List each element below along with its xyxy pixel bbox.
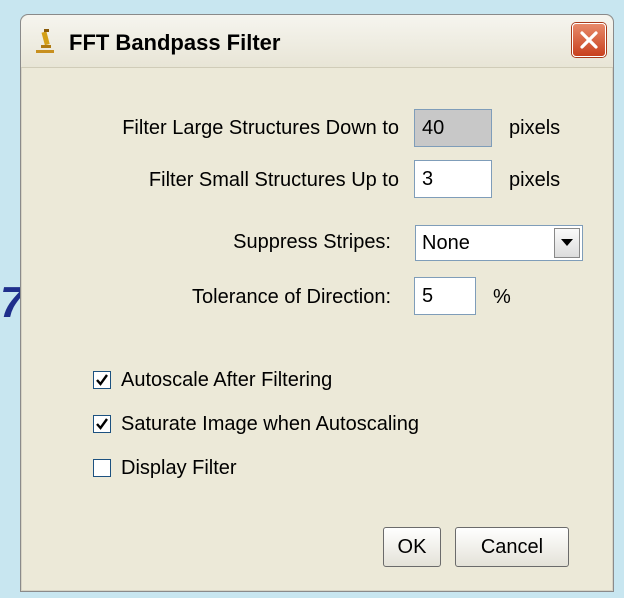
tolerance-unit: % [493,286,511,308]
chevron-down-icon [561,239,573,246]
cancel-button[interactable]: Cancel [455,527,569,567]
filter-large-input[interactable]: 40 [414,109,492,147]
title-bar[interactable]: FFT Bandpass Filter [21,15,613,68]
filter-small-unit: pixels [509,169,561,191]
filter-small-input[interactable]: 3 [414,160,492,198]
close-button[interactable] [572,23,606,57]
checkmark-icon [96,418,108,430]
microscope-icon [34,28,56,54]
checkmark-icon [96,374,108,386]
autoscale-checkbox[interactable] [93,371,111,389]
filter-large-label: Filter Large Structures Down to [122,117,399,139]
saturate-checkbox[interactable] [93,415,111,433]
display-filter-label: Display Filter [121,457,237,479]
saturate-label: Saturate Image when Autoscaling [121,413,419,435]
filter-small-label: Filter Small Structures Up to [148,169,399,191]
suppress-stripes-label: Suppress Stripes: [233,231,391,253]
tolerance-input[interactable]: 5 [414,277,476,315]
window-title: FFT Bandpass Filter [69,30,281,55]
autoscale-label: Autoscale After Filtering [121,369,333,391]
filter-large-value: 40 [422,117,445,139]
filter-large-unit: pixels [509,117,561,139]
ok-button[interactable]: OK [383,527,441,567]
dropdown-button[interactable] [554,228,580,258]
tolerance-value: 5 [422,285,434,307]
suppress-stripes-select[interactable]: None [415,225,583,261]
fft-bandpass-dialog: FFT Bandpass Filter Filter Large Structu… [20,14,614,592]
display-filter-checkbox[interactable] [93,459,111,477]
suppress-stripes-value: None [422,232,470,254]
tolerance-label: Tolerance of Direction: [192,286,391,308]
close-icon [580,31,598,49]
filter-small-value: 3 [422,168,434,190]
